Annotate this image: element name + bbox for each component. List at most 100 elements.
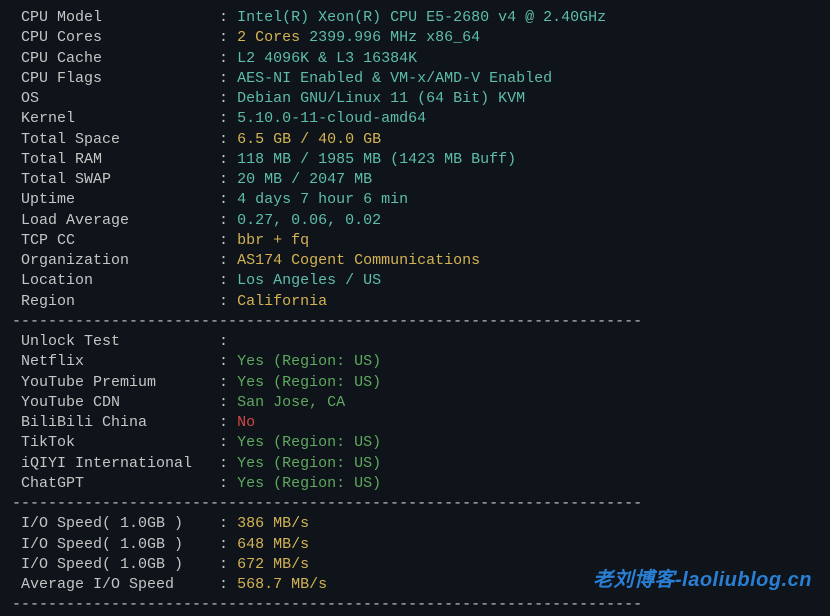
row-value: L2 4096K & L3 16384K [237, 50, 417, 67]
info-row: Total SWAP : 20 MB / 2047 MB [12, 170, 818, 190]
colon: : [219, 434, 237, 451]
row-label: I/O Speed( 1.0GB ) [12, 515, 219, 532]
info-row: CPU Cache : L2 4096K & L3 16384K [12, 49, 818, 69]
divider: ----------------------------------------… [12, 312, 818, 332]
row-value: 386 MB/s [237, 515, 309, 532]
info-row: Total Space : 6.5 GB / 40.0 GB [12, 130, 818, 150]
row-value: No [237, 414, 255, 431]
row-value: California [237, 293, 327, 310]
colon: : [219, 232, 237, 249]
info-row: Location : Los Angeles / US [12, 271, 818, 291]
colon: : [219, 394, 237, 411]
row-value: San Jose, CA [237, 394, 345, 411]
row-value: 20 MB / 2047 MB [237, 171, 372, 188]
row-label: Kernel [12, 110, 219, 127]
colon: : [219, 455, 237, 472]
colon: : [219, 475, 237, 492]
row-value: 2399.996 MHz x86_64 [300, 29, 480, 46]
colon: : [219, 70, 237, 87]
row-label: Average I/O Speed [12, 576, 219, 593]
unlock-header: Unlock Test : [12, 332, 818, 352]
info-row: Netflix : Yes (Region: US) [12, 352, 818, 372]
info-row: OS : Debian GNU/Linux 11 (64 Bit) KVM [12, 89, 818, 109]
row-value: Los Angeles / US [237, 272, 381, 289]
colon: : [219, 353, 237, 370]
colon: : [219, 374, 237, 391]
row-label: Netflix [12, 353, 219, 370]
row-label: YouTube CDN [12, 394, 219, 411]
colon: : [219, 556, 237, 573]
info-row: TikTok : Yes (Region: US) [12, 433, 818, 453]
row-label: Load Average [12, 212, 219, 229]
row-value: 118 MB / 1985 MB (1423 MB Buff) [237, 151, 516, 168]
info-row: iQIYI International : Yes (Region: US) [12, 454, 818, 474]
row-value: 2 Cores [237, 29, 300, 46]
info-row: Total RAM : 118 MB / 1985 MB (1423 MB Bu… [12, 150, 818, 170]
row-label: TikTok [12, 434, 219, 451]
info-row: Organization : AS174 Cogent Communicatio… [12, 251, 818, 271]
row-label: CPU Cores [12, 29, 219, 46]
colon: : [219, 90, 237, 107]
row-label: I/O Speed( 1.0GB ) [12, 556, 219, 573]
row-label: Uptime [12, 191, 219, 208]
info-row: Load Average : 0.27, 0.06, 0.02 [12, 211, 818, 231]
watermark: 老刘博客-laoliublog.cn [593, 567, 812, 594]
row-label: TCP CC [12, 232, 219, 249]
row-value: Yes (Region: US) [237, 475, 381, 492]
info-row: TCP CC : bbr + fq [12, 231, 818, 251]
info-row: I/O Speed( 1.0GB ) : 386 MB/s [12, 514, 818, 534]
colon: : [219, 536, 237, 553]
colon: : [219, 293, 237, 310]
row-value: Yes (Region: US) [237, 353, 381, 370]
row-label: YouTube Premium [12, 374, 219, 391]
row-label: BiliBili China [12, 414, 219, 431]
colon: : [219, 576, 237, 593]
row-value: Intel(R) Xeon(R) CPU E5-2680 v4 @ 2.40GH… [237, 9, 606, 26]
row-value: 0.27, 0.06, 0.02 [237, 212, 381, 229]
divider: ----------------------------------------… [12, 595, 818, 615]
colon: : [219, 9, 237, 26]
row-label: CPU Cache [12, 50, 219, 67]
row-label: Total RAM [12, 151, 219, 168]
row-value: 568.7 MB/s [237, 576, 327, 593]
info-row: Region : California [12, 292, 818, 312]
row-value: bbr + fq [237, 232, 309, 249]
info-row: BiliBili China : No [12, 413, 818, 433]
row-label: Total Space [12, 131, 219, 148]
colon: : [219, 29, 237, 46]
colon: : [219, 171, 237, 188]
row-value: 6.5 GB / 40.0 GB [237, 131, 381, 148]
colon: : [219, 252, 237, 269]
row-label: OS [12, 90, 219, 107]
row-value: 5.10.0-11-cloud-amd64 [237, 110, 426, 127]
terminal-output: CPU Model : Intel(R) Xeon(R) CPU E5-2680… [12, 8, 818, 616]
colon: : [219, 50, 237, 67]
row-value: 672 MB/s [237, 556, 309, 573]
row-label: Organization [12, 252, 219, 269]
colon: : [219, 212, 237, 229]
divider: ----------------------------------------… [12, 494, 818, 514]
info-row: CPU Cores : 2 Cores 2399.996 MHz x86_64 [12, 28, 818, 48]
colon: : [219, 110, 237, 127]
row-label: CPU Model [12, 9, 219, 26]
colon: : [219, 131, 237, 148]
row-label: Region [12, 293, 219, 310]
info-row: CPU Model : Intel(R) Xeon(R) CPU E5-2680… [12, 8, 818, 28]
info-row: YouTube Premium : Yes (Region: US) [12, 373, 818, 393]
row-value: AES-NI Enabled & VM-x/AMD-V Enabled [237, 70, 552, 87]
info-row: Uptime : 4 days 7 hour 6 min [12, 190, 818, 210]
row-label: I/O Speed( 1.0GB ) [12, 536, 219, 553]
row-label: CPU Flags [12, 70, 219, 87]
info-row: CPU Flags : AES-NI Enabled & VM-x/AMD-V … [12, 69, 818, 89]
colon: : [219, 414, 237, 431]
row-value: 4 days 7 hour 6 min [237, 191, 408, 208]
row-label: Location [12, 272, 219, 289]
row-label: Total SWAP [12, 171, 219, 188]
row-value: Debian GNU/Linux 11 (64 Bit) KVM [237, 90, 525, 107]
info-row: Kernel : 5.10.0-11-cloud-amd64 [12, 109, 818, 129]
colon: : [219, 272, 237, 289]
info-row: I/O Speed( 1.0GB ) : 648 MB/s [12, 535, 818, 555]
colon: : [219, 515, 237, 532]
row-value: Yes (Region: US) [237, 434, 381, 451]
info-row: YouTube CDN : San Jose, CA [12, 393, 818, 413]
